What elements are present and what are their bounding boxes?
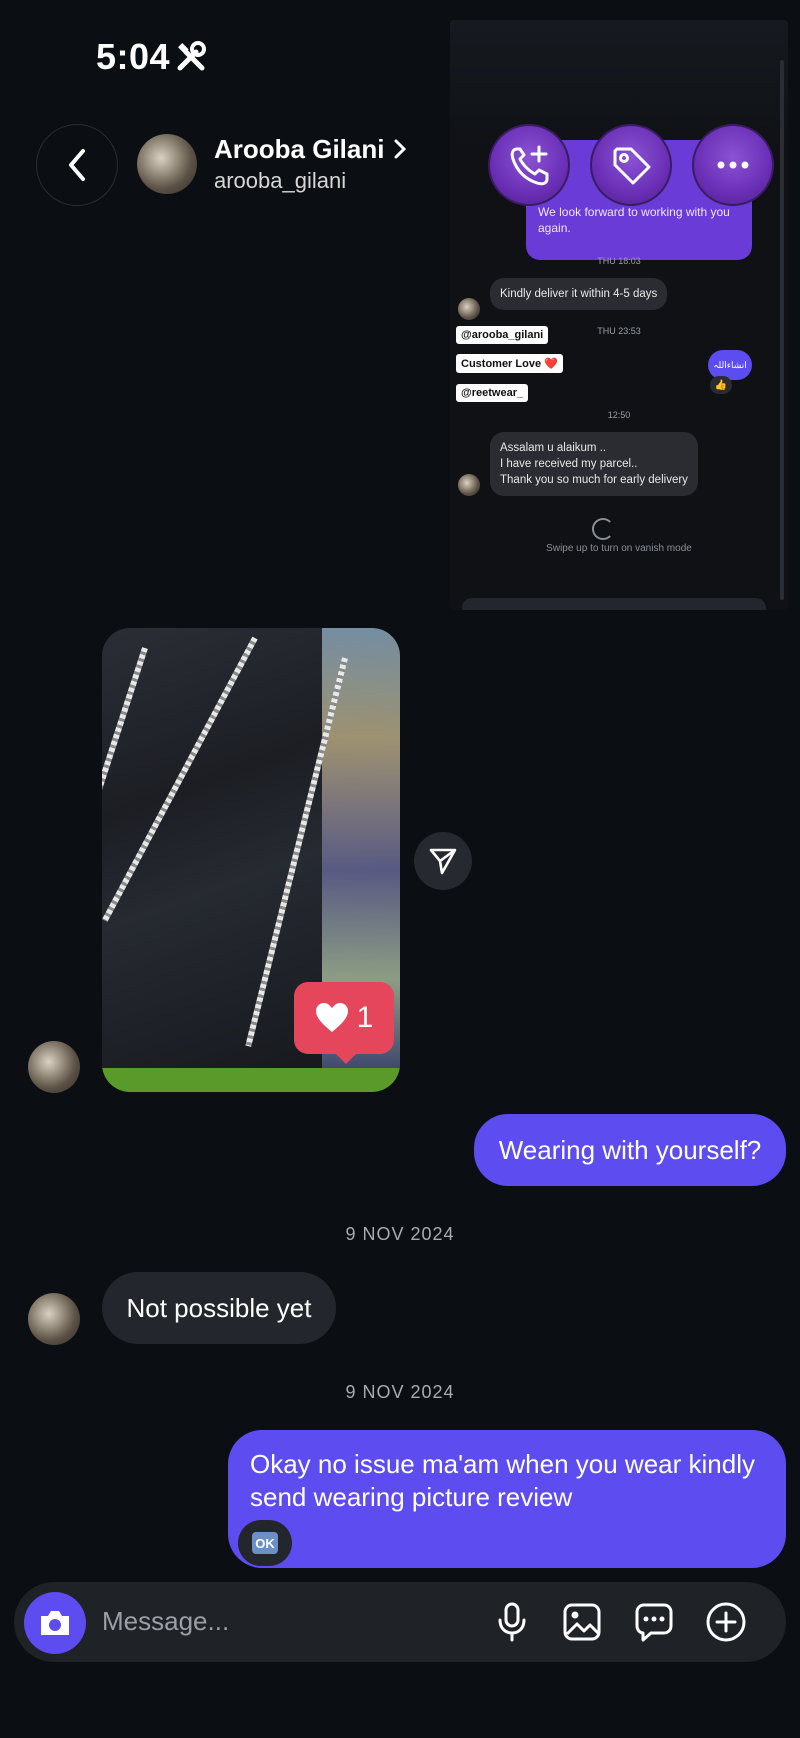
date-separator: 9 NOV 2024 bbox=[345, 1224, 455, 1244]
heart-icon bbox=[315, 1003, 348, 1032]
message-input[interactable]: Message... bbox=[102, 1606, 229, 1637]
chat-bubble-dots-icon bbox=[635, 1603, 673, 1642]
ok-reaction[interactable]: OK bbox=[238, 1520, 292, 1566]
more-dots-icon bbox=[717, 161, 749, 169]
tag-icon bbox=[613, 147, 651, 185]
screenshot-sticker-3: @reetwear_ bbox=[456, 384, 529, 402]
quick-reply-button[interactable] bbox=[632, 1600, 676, 1644]
photo-green-area bbox=[102, 1068, 400, 1092]
tag-button[interactable] bbox=[590, 124, 672, 206]
screenshot-sticker-1: @arooba_gilani bbox=[456, 326, 549, 344]
image-icon bbox=[563, 1603, 601, 1641]
screenshot-purple-text: We look forward to working with you agai… bbox=[538, 205, 730, 235]
screenshot-spinner-icon bbox=[592, 518, 614, 540]
message-bubble-outgoing[interactable]: Wearing with yourself? bbox=[474, 1114, 786, 1186]
like-badge-tail bbox=[334, 1052, 358, 1064]
sender-avatar[interactable] bbox=[28, 1293, 80, 1345]
screenshot-message-2-line-2: I have received my parcel.. bbox=[500, 458, 638, 470]
screenshot-avatar-2 bbox=[458, 474, 480, 496]
screenshot-message-2: Assalam u alaikum .. I have received my … bbox=[490, 432, 698, 496]
message-bubble-outgoing[interactable]: Okay no issue ma'am when you wear kindly… bbox=[228, 1430, 786, 1568]
message-text: Wearing with yourself? bbox=[498, 1134, 762, 1165]
screenshot-sticker-2: Customer Love ❤️ bbox=[456, 354, 563, 373]
chevron-right-icon[interactable] bbox=[392, 138, 408, 160]
like-count: 1 bbox=[356, 1001, 374, 1034]
like-reaction-badge[interactable]: 1 bbox=[294, 982, 394, 1054]
screenshot-scrollbar bbox=[780, 60, 784, 600]
screenshot-vanish-text: Swipe up to turn on vanish mode bbox=[546, 543, 692, 554]
screenshot-message-2-line-3: Thank you so much for early delivery bbox=[500, 474, 688, 486]
contact-handle[interactable]: arooba_gilani bbox=[214, 168, 346, 194]
message-bubble-incoming[interactable]: Not possible yet bbox=[102, 1272, 336, 1344]
screenshot-input-bar bbox=[462, 598, 766, 610]
chevron-left-icon bbox=[69, 149, 85, 181]
back-button[interactable] bbox=[36, 124, 118, 206]
screenshot-message-2-line-1: Assalam u alaikum .. bbox=[500, 442, 607, 454]
contact-name[interactable]: Arooba Gilani bbox=[214, 134, 384, 165]
plus-circle-icon bbox=[706, 1602, 746, 1642]
camera-button[interactable] bbox=[24, 1592, 86, 1654]
screenshot-thumbs-up-reaction: 👍 bbox=[710, 376, 732, 394]
microphone-button[interactable] bbox=[490, 1600, 534, 1644]
microphone-icon bbox=[498, 1602, 526, 1642]
audio-call-button[interactable] bbox=[488, 124, 570, 206]
message-text: Not possible yet bbox=[126, 1292, 312, 1323]
date-separator: 9 NOV 2024 bbox=[345, 1382, 455, 1402]
screenshot-reply-bubble: انشاءاللہ bbox=[708, 350, 752, 380]
status-time: 5:04 bbox=[96, 36, 171, 77]
ok-emoji: OK bbox=[252, 1532, 278, 1554]
camera-icon bbox=[41, 1611, 69, 1635]
share-button[interactable] bbox=[414, 832, 472, 890]
more-options-button[interactable] bbox=[692, 124, 774, 206]
phone-plus-icon bbox=[510, 145, 549, 186]
tools-icon bbox=[177, 41, 206, 71]
add-button[interactable] bbox=[704, 1600, 748, 1644]
screenshot-avatar-1 bbox=[458, 298, 480, 320]
shared-screenshot-image[interactable]: We look forward to working with you agai… bbox=[450, 20, 788, 610]
screenshot-time-3: 12:50 bbox=[607, 410, 631, 420]
gallery-button[interactable] bbox=[560, 1600, 604, 1644]
contact-avatar[interactable] bbox=[137, 134, 197, 194]
screenshot-message-1: Kindly deliver it within 4-5 days bbox=[490, 278, 668, 310]
sender-avatar[interactable] bbox=[28, 1041, 80, 1093]
send-icon bbox=[429, 848, 457, 875]
screenshot-time-1: THU 18:03 bbox=[597, 256, 641, 266]
